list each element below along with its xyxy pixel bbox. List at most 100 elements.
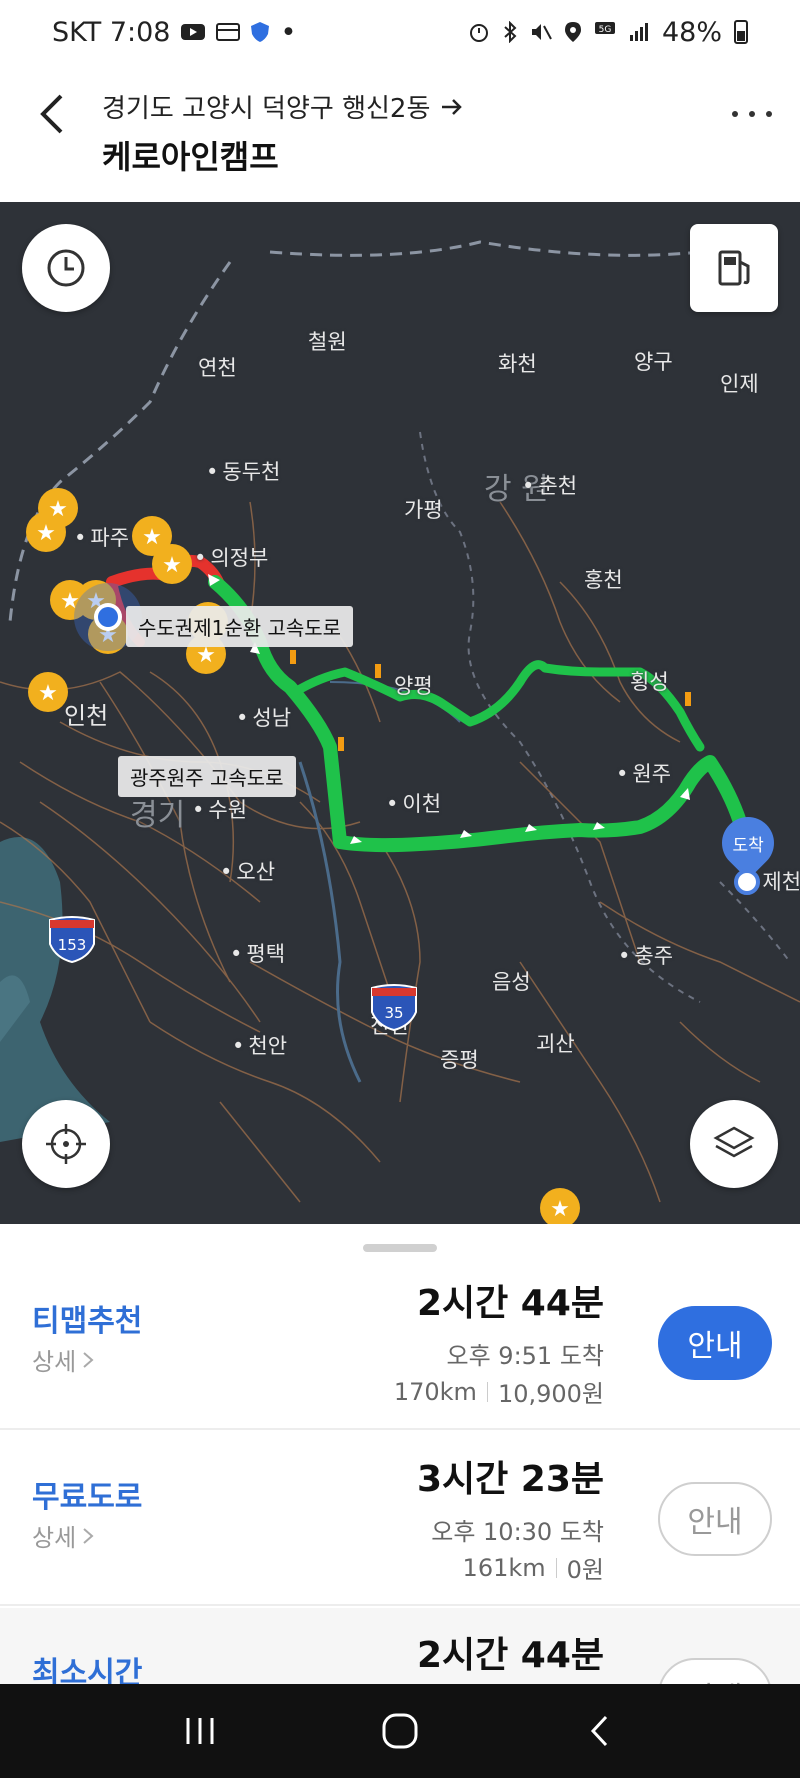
- map-label-incheon: 인천: [64, 702, 109, 730]
- map-label-yanggu: 양구: [634, 350, 673, 374]
- route-distance-toll: 161km 0원: [463, 1550, 604, 1585]
- map-label-yangpyeong: 양평: [394, 674, 433, 698]
- map-label-jeungpyeong: 증평: [440, 1048, 479, 1072]
- start-guidance-button[interactable]: 안내: [658, 1482, 772, 1556]
- map-label-chungju: 충주: [618, 940, 673, 970]
- more-options-button[interactable]: [732, 102, 772, 126]
- signal-icon: [628, 21, 650, 43]
- home-icon: [382, 1713, 418, 1749]
- svg-text:★: ★: [550, 1197, 570, 1222]
- map-base: ★★ ★★ ★ ★ ★★ ★★: [0, 240, 800, 1224]
- road-tag-ring-expressway[interactable]: 수도권제1순환 고속도로: [126, 606, 354, 647]
- route-distance: 161km: [462, 1553, 546, 1582]
- map-label-yeoncheon: 연천: [198, 356, 237, 380]
- route-option-min-time[interactable]: 최소시간 2시간 44분 안내: [0, 1608, 800, 1684]
- crosshair-icon: [46, 1124, 86, 1164]
- home-button[interactable]: [370, 1701, 430, 1761]
- svg-text:★: ★: [36, 521, 56, 546]
- map-label-chuncheon: 춘천: [522, 470, 577, 500]
- origin-row[interactable]: 경기도 고양시 덕양구 행신2동: [102, 88, 464, 125]
- map-label-cheonan: 천안: [232, 1030, 287, 1060]
- youtube-icon: [180, 22, 206, 42]
- chevron-right-icon: [83, 1351, 94, 1368]
- route-header: 경기도 고양시 덕양구 행신2동 케로아인캠프: [0, 64, 800, 202]
- wallet-icon: [216, 22, 241, 42]
- recent-apps-icon: [186, 1718, 214, 1744]
- route-option-tmap-recommended[interactable]: 티맵추천 상세 2시간 44분 오후 9:51 도착 170km 10,900원…: [0, 1256, 800, 1430]
- back-button[interactable]: [28, 84, 76, 144]
- layers-icon: [713, 1126, 755, 1158]
- status-bar: SKT 7:08 • 5G 48%: [0, 0, 800, 64]
- map-label-seongnam: 성남: [236, 702, 291, 732]
- arrival-pin-label: 도착: [732, 835, 764, 856]
- origin-text: 경기도 고양시 덕양구 행신2동: [102, 94, 431, 124]
- map-label-paju: 파주: [74, 522, 129, 552]
- route-name: 최소시간: [32, 1656, 143, 1684]
- mute-icon: [530, 21, 552, 43]
- 5g-icon: 5G: [594, 21, 616, 43]
- map-label-dongducheon: 동두천: [206, 456, 280, 486]
- gas-station-button[interactable]: [690, 224, 778, 312]
- clock-icon: [47, 249, 85, 287]
- carrier-time: SKT 7:08: [52, 16, 171, 48]
- route-arrival: 오후 10:30 도착: [431, 1518, 604, 1546]
- dot-icon: •: [280, 16, 297, 48]
- route-duration: 2시간 44분: [416, 1635, 604, 1676]
- svg-text:★: ★: [162, 553, 182, 578]
- map-label-eumseong: 음성: [492, 970, 531, 994]
- back-icon: [590, 1715, 608, 1747]
- start-guidance-button[interactable]: 안내: [658, 1658, 772, 1684]
- route-name: 티맵추천: [32, 1304, 143, 1339]
- highway-153-label: 153: [58, 936, 87, 954]
- arrival-dot: [734, 869, 760, 895]
- battery-icon: [734, 20, 748, 44]
- route-option-free-road[interactable]: 무료도로 상세 3시간 23분 오후 10:30 도착 161km 0원 안내: [0, 1432, 800, 1606]
- back-arrow-icon: [40, 94, 63, 134]
- battery-percent: 48%: [661, 16, 722, 48]
- highway-shield-153: 153: [49, 916, 95, 964]
- shield-icon: [250, 21, 270, 43]
- route-duration: 2시간 44분: [416, 1283, 604, 1324]
- map-label-cheorwon: 철원: [308, 330, 347, 354]
- chevron-right-icon: [83, 1527, 94, 1544]
- destination-text[interactable]: 케로아인캠프: [102, 132, 279, 178]
- route-detail-link[interactable]: 상세: [32, 1518, 94, 1553]
- history-button[interactable]: [22, 224, 110, 312]
- map-label-suwon: 수원: [192, 794, 247, 824]
- system-nav-bar: [0, 1684, 800, 1778]
- route-distance-toll: 170km 10,900원: [394, 1374, 604, 1409]
- start-guidance-button[interactable]: 안내: [658, 1306, 772, 1380]
- route-duration: 3시간 23분: [416, 1459, 604, 1500]
- route-toll: 0원: [566, 1556, 604, 1584]
- sheet-drag-handle[interactable]: [363, 1244, 437, 1252]
- route-distance: 170km: [393, 1377, 477, 1406]
- current-location-button[interactable]: [22, 1100, 110, 1188]
- arrow-right-icon: [442, 98, 463, 115]
- map-label-hongcheon: 홍천: [584, 568, 623, 592]
- system-back-button[interactable]: [570, 1701, 630, 1761]
- map-label-hwacheon: 화천: [498, 352, 537, 376]
- map-label-wonju: 원주: [616, 758, 671, 788]
- map-label-osan: 오산: [220, 856, 275, 886]
- map-label-gapyeong: 가평: [404, 498, 443, 522]
- highway-35-label: 35: [384, 1004, 403, 1022]
- bluetooth-icon: [502, 21, 518, 43]
- alarm-icon: [468, 21, 490, 43]
- map-label-goesan: 괴산: [536, 1032, 575, 1056]
- svg-text:★: ★: [38, 681, 58, 706]
- svg-text:★: ★: [48, 497, 68, 522]
- road-tag-gwangju-wonju[interactable]: 광주원주 고속도로: [118, 756, 296, 797]
- svg-text:★: ★: [142, 525, 162, 550]
- map-label-hoengseong: 횡성: [630, 670, 669, 694]
- route-detail-label: 상세: [32, 1348, 77, 1376]
- route-map[interactable]: ★★ ★★ ★★ ★★ ★★ 철원 연천 화천 양구 인제 동두천 강 원 춘천…: [0, 202, 800, 1224]
- map-label-uijeongbu: 의정부: [194, 542, 268, 572]
- route-detail-link[interactable]: 상세: [32, 1342, 94, 1377]
- location-icon: [564, 21, 582, 43]
- recent-apps-button[interactable]: [170, 1701, 230, 1761]
- map-label-icheon: 이천: [386, 788, 441, 818]
- layers-button[interactable]: [690, 1100, 778, 1188]
- route-toll: 10,900원: [497, 1380, 604, 1408]
- map-label-pyeongtaek: 평택: [230, 938, 285, 968]
- fuel-pump-icon: [718, 250, 750, 286]
